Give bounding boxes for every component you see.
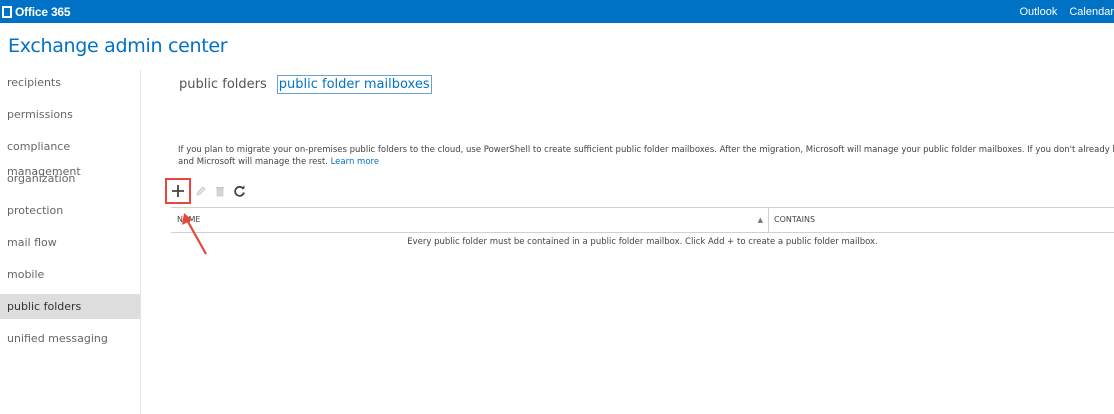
refresh-button[interactable] bbox=[231, 183, 247, 199]
top-links: Outlook Calendar bbox=[1007, 0, 1114, 23]
office-logo-icon bbox=[2, 5, 12, 18]
sidebar: recipients permissions compliance manage… bbox=[0, 70, 141, 414]
edit-button[interactable] bbox=[193, 183, 209, 199]
refresh-icon bbox=[233, 185, 245, 197]
sidebar-item-mail-flow[interactable]: mail flow bbox=[0, 230, 140, 255]
info-line-2-text: and Microsoft will manage the rest. bbox=[178, 156, 328, 167]
column-header-name[interactable]: NAME ▲ bbox=[171, 208, 769, 232]
delete-button[interactable] bbox=[212, 183, 228, 199]
sidebar-item-public-folders[interactable]: public folders bbox=[0, 294, 140, 319]
page-title: Exchange admin center bbox=[8, 35, 228, 57]
grid-header: NAME ▲ CONTAINS bbox=[171, 207, 1114, 233]
add-icon bbox=[172, 185, 184, 197]
info-line-2: and Microsoft will manage the rest. Lear… bbox=[178, 157, 1114, 169]
tab-public-folders[interactable]: public folders bbox=[177, 76, 269, 93]
sidebar-item-recipients[interactable]: recipients bbox=[0, 70, 140, 95]
toolbar bbox=[165, 178, 250, 204]
sidebar-item-permissions[interactable]: permissions bbox=[0, 102, 140, 127]
column-header-contains[interactable]: CONTAINS bbox=[769, 208, 1114, 232]
annotation-arrow bbox=[182, 213, 207, 255]
tab-public-folder-mailboxes[interactable]: public folder mailboxes bbox=[276, 75, 432, 94]
sidebar-item-mobile[interactable]: mobile bbox=[0, 262, 140, 287]
delete-icon bbox=[216, 187, 224, 197]
edit-icon bbox=[196, 186, 206, 196]
sidebar-item-protection[interactable]: protection bbox=[0, 198, 140, 223]
empty-grid-message: Every public folder must be contained in… bbox=[407, 237, 878, 247]
office365-logo[interactable]: Office 365 bbox=[2, 3, 71, 20]
logo-text: Office 365 bbox=[15, 4, 71, 19]
add-button[interactable] bbox=[165, 178, 191, 204]
column-contains-label: CONTAINS bbox=[774, 215, 816, 224]
mailbox-grid: NAME ▲ CONTAINS Every public folder must… bbox=[171, 207, 1114, 247]
outlook-link[interactable]: Outlook bbox=[1019, 6, 1057, 18]
tab-bar: public folders public folder mailboxes bbox=[177, 75, 432, 94]
top-navigation-bar: Office 365 Outlook Calendar bbox=[0, 0, 1114, 23]
sidebar-item-organization[interactable]: organization bbox=[0, 166, 140, 191]
calendar-link[interactable]: Calendar bbox=[1069, 6, 1114, 18]
sidebar-item-compliance-management[interactable]: compliance management bbox=[0, 134, 140, 178]
info-text: If you plan to migrate your on-premises … bbox=[178, 145, 1114, 168]
sort-ascending-icon[interactable]: ▲ bbox=[758, 208, 763, 232]
info-line-1: If you plan to migrate your on-premises … bbox=[178, 145, 1114, 155]
sidebar-item-unified-messaging[interactable]: unified messaging bbox=[0, 326, 140, 351]
learn-more-link[interactable]: Learn more bbox=[331, 157, 379, 167]
